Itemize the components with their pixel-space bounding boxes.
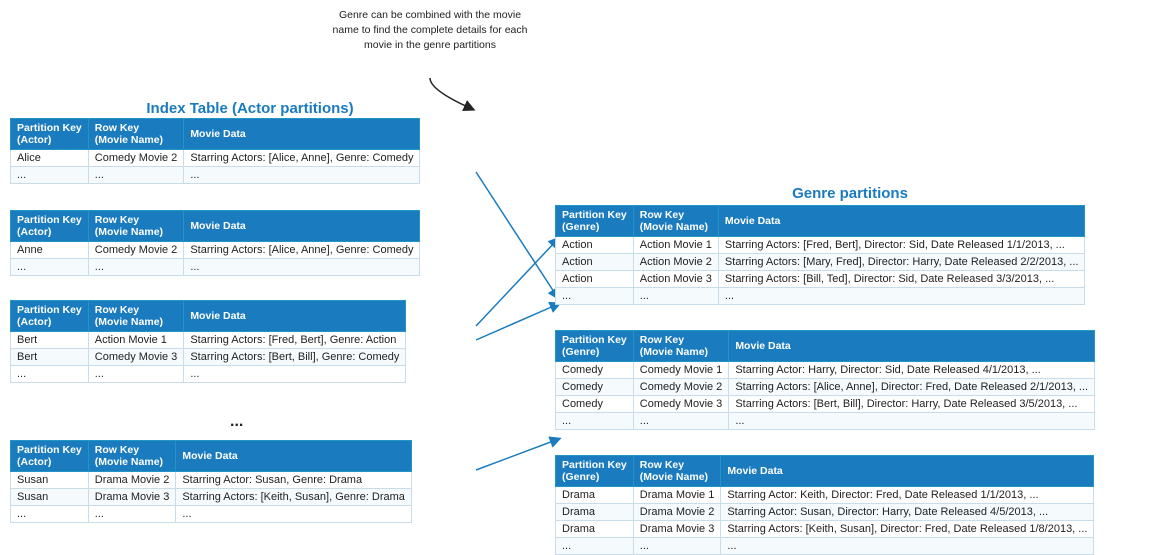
- index-table-3: Partition Key(Actor) Row Key(Movie Name)…: [10, 300, 406, 383]
- genre-action-table: Partition Key(Genre) Row Key(Movie Name)…: [555, 205, 1085, 305]
- table-row: Comedy Comedy Movie 3 Starring Actors: […: [556, 396, 1095, 413]
- col-partition-key: Partition Key(Actor): [11, 301, 89, 332]
- table-row: Drama Drama Movie 3 Starring Actors: [Ke…: [556, 521, 1094, 538]
- col-genre-partition: Partition Key(Genre): [556, 456, 634, 487]
- col-row-key: Row Key(Movie Name): [88, 211, 184, 242]
- annotation: Genre can be combined with the movie nam…: [330, 8, 530, 54]
- col-movie-data: Movie Data: [176, 441, 412, 472]
- table-row: Drama Drama Movie 1 Starring Actor: Keit…: [556, 487, 1094, 504]
- col-genre-movie-data: Movie Data: [718, 206, 1085, 237]
- index-table-group-3: Partition Key(Actor) Row Key(Movie Name)…: [10, 300, 406, 383]
- table-row: Alice Comedy Movie 2 Starring Actors: [A…: [11, 150, 420, 167]
- genre-comedy-table: Partition Key(Genre) Row Key(Movie Name)…: [555, 330, 1095, 430]
- index-table-group-2: Partition Key(Actor) Row Key(Movie Name)…: [10, 210, 420, 276]
- col-row-key: Row Key(Movie Name): [88, 441, 176, 472]
- col-genre-partition: Partition Key(Genre): [556, 206, 634, 237]
- table-row: Action Action Movie 3 Starring Actors: […: [556, 271, 1085, 288]
- col-partition-key: Partition Key(Actor): [11, 119, 89, 150]
- table-row: Susan Drama Movie 2 Starring Actor: Susa…: [11, 472, 412, 489]
- index-table-group-1: Partition Key(Actor) Row Key(Movie Name)…: [10, 118, 420, 184]
- genre-table-action: Partition Key(Genre) Row Key(Movie Name)…: [555, 205, 1085, 305]
- table-row: ... ... ...: [11, 259, 420, 276]
- col-genre-row: Row Key(Movie Name): [633, 331, 729, 362]
- table-row: ... ... ...: [556, 288, 1085, 305]
- table-row: Comedy Comedy Movie 2 Starring Actors: […: [556, 379, 1095, 396]
- col-genre-movie-data: Movie Data: [729, 331, 1095, 362]
- table-row: Action Action Movie 2 Starring Actors: […: [556, 254, 1085, 271]
- col-partition-key: Partition Key(Actor): [11, 441, 89, 472]
- col-genre-movie-data: Movie Data: [721, 456, 1094, 487]
- index-table-2: Partition Key(Actor) Row Key(Movie Name)…: [10, 210, 420, 276]
- table-row: Susan Drama Movie 3 Starring Actors: [Ke…: [11, 489, 412, 506]
- ellipsis-separator: ...: [230, 413, 243, 431]
- col-movie-data: Movie Data: [184, 211, 420, 242]
- table-row: ... ... ...: [11, 366, 406, 383]
- col-genre-row: Row Key(Movie Name): [633, 456, 721, 487]
- col-genre-partition: Partition Key(Genre): [556, 331, 634, 362]
- col-movie-data: Movie Data: [184, 301, 406, 332]
- table-row: ... ... ...: [556, 538, 1094, 555]
- index-table-last: Partition Key(Actor) Row Key(Movie Name)…: [10, 440, 412, 523]
- diagram: Genre can be combined with the movie nam…: [0, 0, 1168, 538]
- genre-table-comedy: Partition Key(Genre) Row Key(Movie Name)…: [555, 330, 1095, 430]
- table-row: ... ... ...: [556, 413, 1095, 430]
- table-row: Drama Drama Movie 2 Starring Actor: Susa…: [556, 504, 1094, 521]
- col-row-key: Row Key(Movie Name): [88, 301, 184, 332]
- col-row-key: Row Key(Movie Name): [88, 119, 184, 150]
- genre-table-drama: Partition Key(Genre) Row Key(Movie Name)…: [555, 455, 1094, 555]
- table-row: Action Action Movie 1 Starring Actors: […: [556, 237, 1085, 254]
- col-genre-row: Row Key(Movie Name): [633, 206, 718, 237]
- table-row: ... ... ...: [11, 167, 420, 184]
- table-row: Comedy Comedy Movie 1 Starring Actor: Ha…: [556, 362, 1095, 379]
- index-table-group-last: Partition Key(Actor) Row Key(Movie Name)…: [10, 440, 412, 523]
- genre-drama-table: Partition Key(Genre) Row Key(Movie Name)…: [555, 455, 1094, 555]
- table-row: Bert Comedy Movie 3 Starring Actors: [Be…: [11, 349, 406, 366]
- table-row: Anne Comedy Movie 2 Starring Actors: [Al…: [11, 242, 420, 259]
- index-table-1: Partition Key(Actor) Row Key(Movie Name)…: [10, 118, 420, 184]
- table-row: Bert Action Movie 1 Starring Actors: [Fr…: [11, 332, 406, 349]
- table-row: ... ... ...: [11, 506, 412, 523]
- col-partition-key: Partition Key(Actor): [11, 211, 89, 242]
- col-movie-data: Movie Data: [184, 119, 420, 150]
